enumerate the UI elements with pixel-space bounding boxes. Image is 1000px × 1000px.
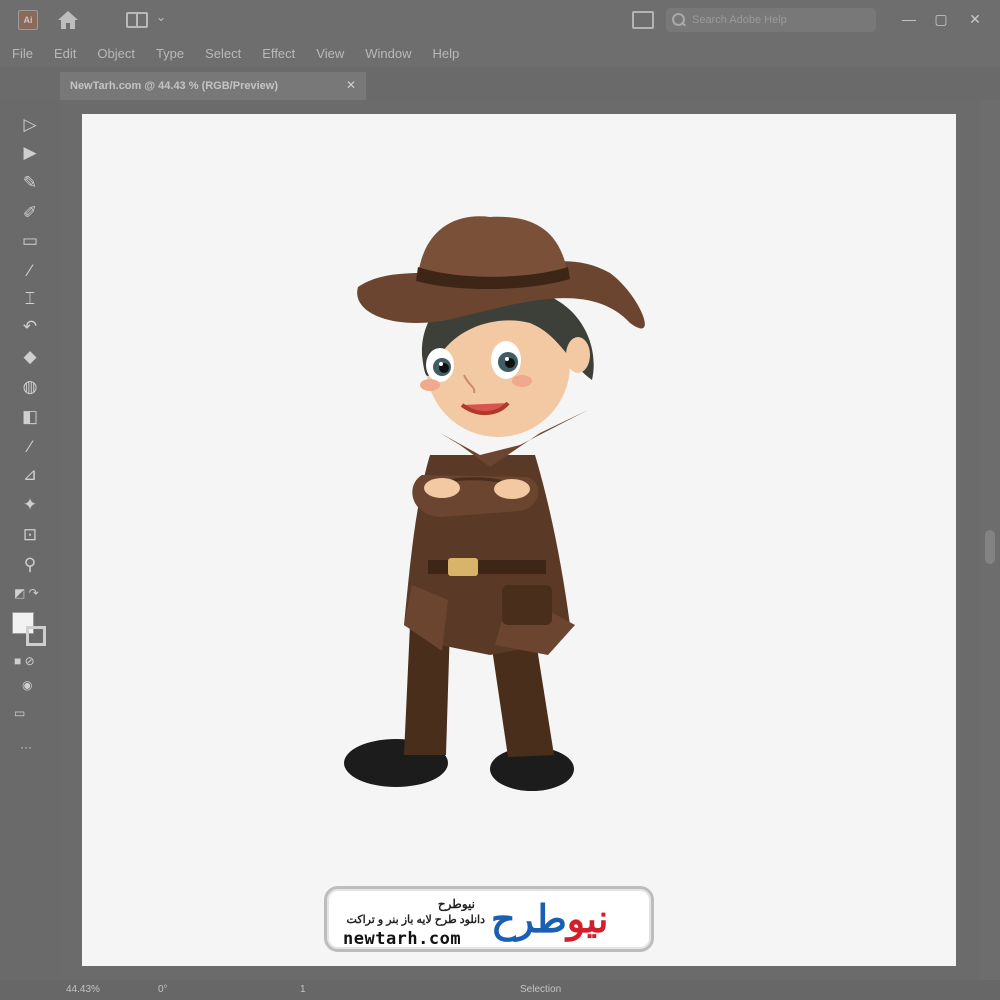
more-tools-icon[interactable]: ···: [20, 740, 32, 754]
logo-red-part: نیو: [566, 899, 609, 941]
document-tab[interactable]: NewTarh.com @ 44.43 % (RGB/Preview) ✕: [60, 72, 366, 100]
maximize-button[interactable]: ▢: [928, 6, 954, 32]
illustrator-logo: Ai: [18, 10, 38, 30]
menu-view[interactable]: View: [316, 46, 344, 61]
rotation-field[interactable]: 0°: [158, 984, 168, 995]
newtarh-logo: نیوطرح: [491, 893, 608, 947]
watermark-subtitle: دانلود طرح لایه باز بنر و تراکت: [346, 914, 485, 926]
draw-mode-icon[interactable]: ◉: [22, 678, 32, 692]
pen-tool-icon[interactable]: ✎: [18, 170, 42, 194]
search-box[interactable]: [666, 8, 876, 32]
menu-help[interactable]: Help: [432, 46, 459, 61]
tool-mode-label: Selection: [520, 984, 562, 995]
minimize-button[interactable]: —: [896, 6, 922, 32]
rotate-tool-icon[interactable]: ↶: [18, 314, 42, 338]
eraser-tool-icon[interactable]: ◆: [18, 344, 42, 368]
vertical-scrollbar[interactable]: [980, 100, 1000, 980]
menu-window[interactable]: Window: [365, 46, 411, 61]
color-mode-icon[interactable]: ■ ⊘: [14, 654, 35, 668]
home-icon[interactable]: [56, 9, 80, 31]
logo-blue-part: طرح: [491, 899, 567, 941]
eyedropper-tool-icon[interactable]: ⁄: [18, 434, 42, 458]
selection-tool-icon[interactable]: ▷: [18, 112, 42, 136]
watermark-domain: newtarh.com: [343, 929, 462, 949]
symbol-sprayer-tool-icon[interactable]: ✦: [18, 492, 42, 516]
tools-panel: ▷ ▶ ✎ ✐ ▭ ⁄ ⌶ ↶ ◆ ◍ ◧ ⁄ ⊿ ✦ ⊡ ⚲ ◩ ↷ ■ ⊘ …: [0, 100, 60, 980]
screen-mode-icon[interactable]: ▭: [14, 706, 25, 720]
scrollbar-thumb[interactable]: [985, 530, 995, 564]
close-tab-icon[interactable]: ✕: [346, 78, 356, 92]
stroke-color-swatch[interactable]: [26, 626, 46, 646]
menu-file[interactable]: File: [12, 46, 33, 61]
menu-object[interactable]: Object: [97, 46, 135, 61]
app-title-bar: Ai ⌄ — ▢ ✕: [0, 0, 1000, 40]
document-tab-label: NewTarh.com @ 44.43 % (RGB/Preview): [70, 80, 278, 92]
search-input[interactable]: [692, 14, 862, 26]
swap-colors-icon[interactable]: ◩ ↷: [14, 586, 39, 600]
cowboy-boy-illustration: [344, 216, 645, 791]
chevron-down-icon[interactable]: ⌄: [156, 10, 166, 24]
menu-type[interactable]: Type: [156, 46, 184, 61]
direct-selection-tool-icon[interactable]: ▶: [18, 140, 42, 164]
shape-builder-tool-icon[interactable]: ◍: [18, 374, 42, 398]
pencil-tool-icon[interactable]: ✐: [18, 200, 42, 224]
zoom-tool-icon[interactable]: ⚲: [18, 552, 42, 576]
zoom-level-field[interactable]: 44.43%: [66, 984, 100, 995]
gradient-tool-icon[interactable]: ◧: [18, 404, 42, 428]
brush-tool-icon[interactable]: ⁄: [18, 258, 42, 282]
artboard-number-field[interactable]: 1: [300, 984, 306, 995]
blend-tool-icon[interactable]: ⊿: [18, 462, 42, 486]
menu-edit[interactable]: Edit: [54, 46, 76, 61]
arrange-documents-icon[interactable]: [632, 11, 654, 29]
menu-bar: File Edit Object Type Select Effect View…: [0, 40, 1000, 66]
menu-select[interactable]: Select: [205, 46, 241, 61]
rectangle-tool-icon[interactable]: ▭: [18, 228, 42, 252]
close-window-button[interactable]: ✕: [962, 6, 988, 32]
search-icon: [672, 13, 686, 27]
document-tab-bar: NewTarh.com @ 44.43 % (RGB/Preview) ✕: [60, 72, 1000, 100]
watermark-title: نیوطرح: [437, 897, 475, 911]
artboard-tool-icon[interactable]: ⊡: [18, 522, 42, 546]
status-bar: 44.43% 0° 1 Selection: [0, 980, 1000, 1000]
type-tool-icon[interactable]: ⌶: [18, 286, 42, 310]
menu-effect[interactable]: Effect: [262, 46, 295, 61]
workspace-switcher-icon[interactable]: [126, 12, 148, 28]
newtarh-watermark-badge: نیوطرح دانلود طرح لایه باز بنر و تراکت n…: [324, 886, 654, 952]
